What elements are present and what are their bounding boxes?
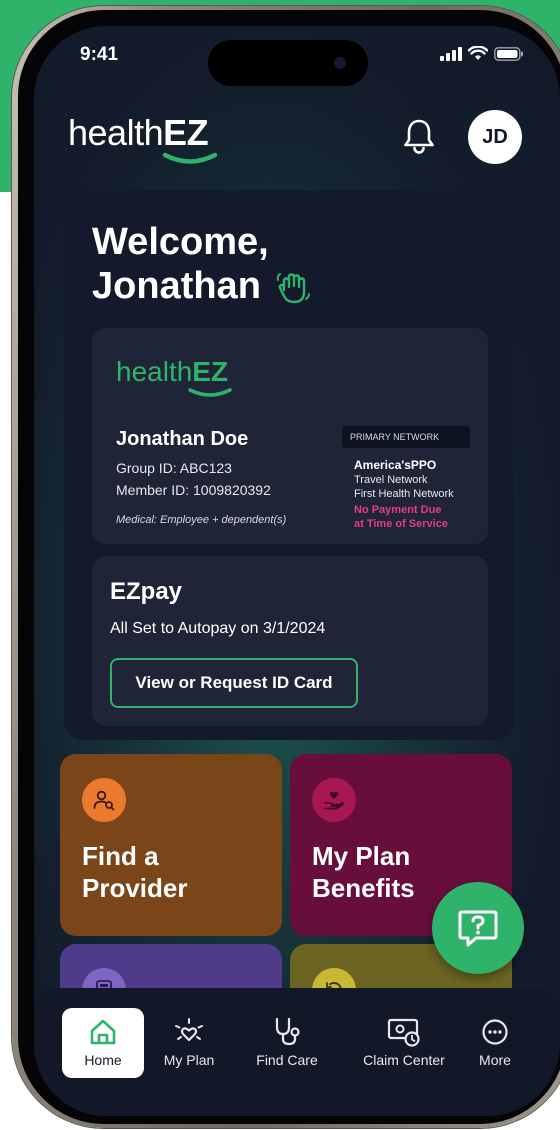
camera-icon xyxy=(334,57,346,69)
person-search-icon xyxy=(82,778,126,822)
welcome-title: Welcome, Jonathan xyxy=(92,220,311,308)
id-logo-text-light: health xyxy=(116,356,193,387)
tile-label-line: Provider xyxy=(82,873,188,903)
id-logo-text-bold: EZ xyxy=(192,356,229,387)
ezpay-title: EZpay xyxy=(110,578,183,605)
network-name-a: America's xyxy=(354,458,411,472)
coverage-type: Medical: Employee + dependent(s) xyxy=(116,514,287,526)
nav-my-plan[interactable]: My Plan xyxy=(148,1008,230,1078)
chat-help-icon xyxy=(458,910,498,947)
network-first-health: First Health Network xyxy=(354,488,454,500)
logo-text-bold: EZ xyxy=(163,112,209,153)
find-provider-tile[interactable]: Find a Provider xyxy=(60,754,282,936)
ezpay-card: EZpay All Set to Autopay on 3/1/2024 Vie… xyxy=(92,556,488,726)
battery-icon xyxy=(494,46,523,61)
more-dots-icon xyxy=(480,1018,510,1046)
network-name: America'sPPO xyxy=(354,458,436,472)
nav-claim-center-label: Claim Center xyxy=(363,1052,445,1068)
phone-screen: 9:41 healthEZ JD Welcome, Jonathan healt… xyxy=(34,26,560,1116)
chat-help-button[interactable] xyxy=(432,882,524,974)
avatar[interactable]: JD xyxy=(468,110,522,164)
stethoscope-icon xyxy=(271,1017,303,1046)
nav-my-plan-label: My Plan xyxy=(163,1052,215,1068)
welcome-line-2: Jonathan xyxy=(92,264,311,308)
home-icon xyxy=(88,1018,118,1046)
wifi-icon xyxy=(468,46,488,60)
tile-label-line: My Plan xyxy=(312,841,411,871)
nav-more[interactable]: More xyxy=(454,1008,536,1078)
nav-find-care[interactable]: Find Care xyxy=(246,1008,328,1078)
claim-money-clock-icon xyxy=(386,1018,422,1047)
heart-sparkle-icon xyxy=(172,1018,206,1046)
tile-label-line: Find a xyxy=(82,841,159,871)
member-id: Member ID: 1009820392 xyxy=(116,482,271,498)
logo-smile-icon xyxy=(162,152,218,164)
dynamic-island xyxy=(208,40,368,86)
user-first-name: Jonathan xyxy=(92,265,261,307)
nav-more-label: More xyxy=(479,1052,511,1068)
welcome-line-1: Welcome, xyxy=(92,221,269,263)
member-id-card[interactable]: healthEZ Jonathan Doe Group ID: ABC123 M… xyxy=(92,328,488,544)
nav-find-care-label: Find Care xyxy=(256,1052,318,1068)
payment-notice-line-2: at Time of Service xyxy=(354,518,448,530)
find-provider-label: Find a Provider xyxy=(82,840,272,904)
group-id: Group ID: ABC123 xyxy=(116,460,232,476)
ezpay-status: All Set to Autopay on 3/1/2024 xyxy=(110,620,326,637)
status-time: 9:41 xyxy=(80,44,119,65)
bell-icon[interactable] xyxy=(402,118,436,154)
hand-heart-icon xyxy=(312,778,356,822)
nav-home-label: Home xyxy=(84,1052,122,1068)
status-icons xyxy=(440,46,524,61)
waving-hand-icon xyxy=(277,272,311,304)
bottom-navigation: Home My Plan Find Care Claim Center More xyxy=(34,988,560,1116)
member-name: Jonathan Doe xyxy=(116,428,249,450)
id-card-logo: healthEZ xyxy=(116,356,228,388)
view-request-id-card-button[interactable]: View or Request ID Card xyxy=(110,658,358,708)
network-name-b: PPO xyxy=(410,458,437,472)
nav-home[interactable]: Home xyxy=(62,1008,144,1078)
id-logo-smile-icon xyxy=(188,388,232,397)
payment-notice-line-1: No Payment Due xyxy=(354,504,442,516)
logo-text-light: health xyxy=(68,112,164,153)
welcome-card: Welcome, Jonathan healthEZ Jonathan Doe … xyxy=(64,190,514,740)
nav-claim-center[interactable]: Claim Center xyxy=(356,1008,452,1078)
network-travel: Travel Network xyxy=(354,474,428,486)
primary-network-badge: PRIMARY NETWORK xyxy=(342,426,470,448)
signal-icon xyxy=(440,46,462,61)
healthez-logo: healthEZ xyxy=(68,112,209,154)
